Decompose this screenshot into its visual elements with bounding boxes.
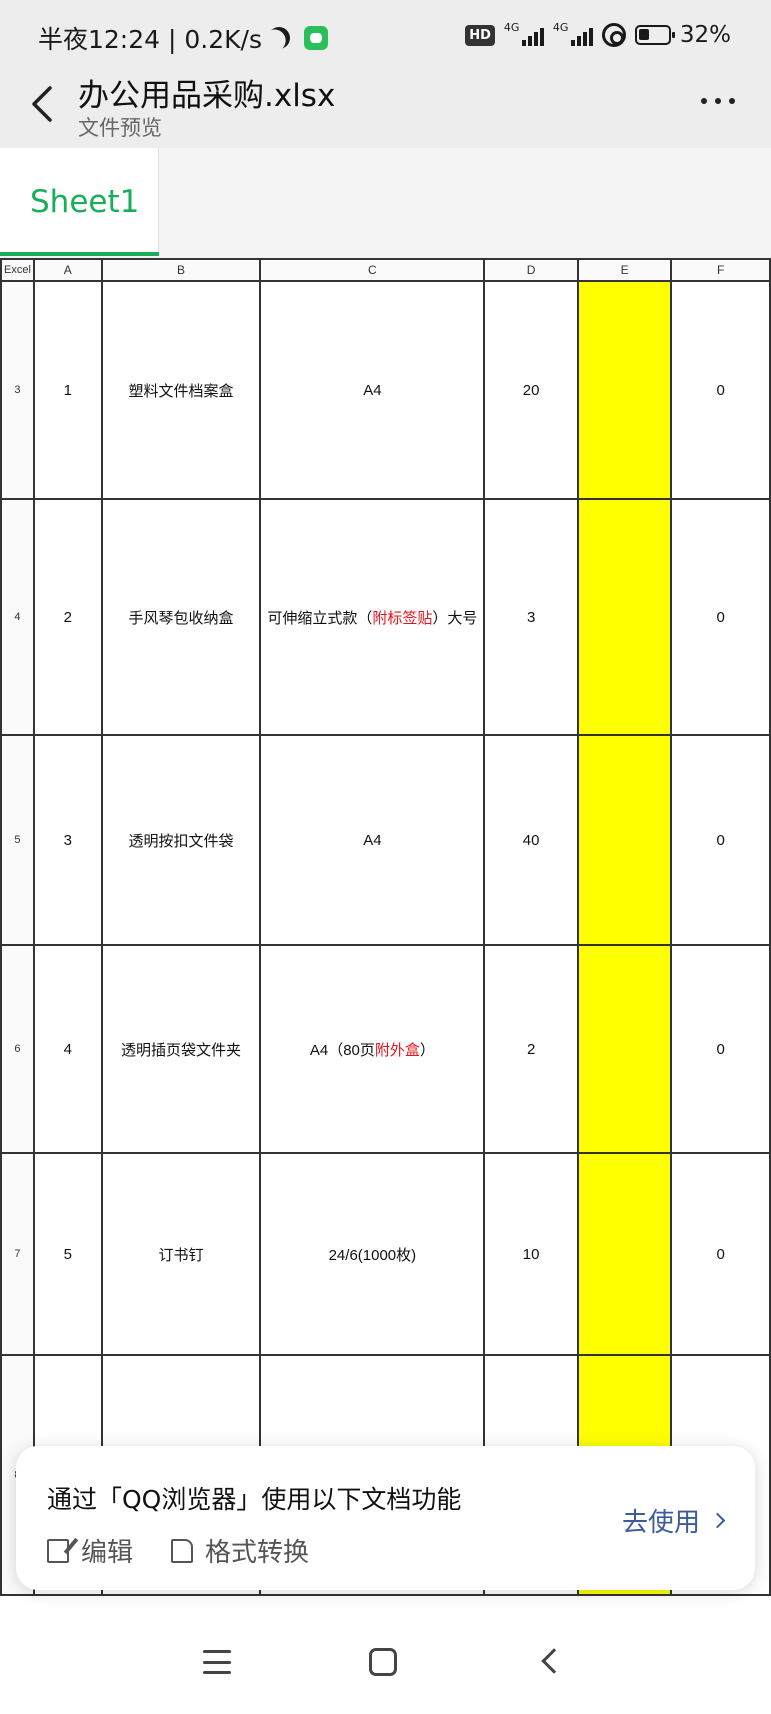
cell-spec[interactable]: A4（80页附外盒） [259, 944, 486, 1154]
spreadsheet-view[interactable]: Excel A B C D E F 3 1 塑料文件档案盒 A4 20 0 4 … [0, 258, 771, 1620]
cell-value[interactable]: 0 [670, 498, 771, 736]
cell-serial[interactable]: 5 [32, 1152, 103, 1356]
cell-spec[interactable]: A4 [259, 734, 486, 946]
table-row: 6 4 透明插页袋文件夹 A4（80页附外盒） 2 0 [0, 944, 771, 1154]
go-use-button[interactable]: 去使用 [621, 1502, 726, 1539]
cell-highlighted[interactable] [576, 1152, 673, 1356]
cell-quantity[interactable]: 10 [483, 1152, 579, 1356]
cell-highlighted[interactable] [576, 498, 673, 736]
page-subtitle: 文件预览 [78, 116, 162, 140]
edit-button[interactable]: 编辑 [47, 1532, 133, 1569]
qq-browser-banner: 通过「QQ浏览器」使用以下文档功能 编辑 格式转换 去使用 [16, 1446, 755, 1590]
battery-charging-icon [634, 25, 675, 45]
cell-highlighted[interactable] [576, 280, 673, 500]
table-row: 5 3 透明按扣文件袋 A4 40 0 [0, 734, 771, 946]
signal-icon: 4G [552, 21, 593, 46]
cell-spec[interactable]: 可伸缩立式款（附标签贴）大号 [259, 498, 486, 736]
status-time-speed: 半夜12:24 | 0.2K/s [38, 25, 262, 54]
row-number[interactable]: 7 [0, 1152, 35, 1356]
spec-highlight: 附标签贴 [372, 609, 433, 627]
column-header[interactable]: F [670, 258, 771, 282]
cell-quantity[interactable]: 3 [483, 498, 579, 736]
cell-item-name[interactable]: 透明按扣文件袋 [100, 734, 262, 946]
system-nav-bar [0, 1620, 771, 1714]
edit-icon [47, 1538, 69, 1563]
cell-item-name[interactable]: 透明插页袋文件夹 [100, 944, 262, 1154]
table-row: 3 1 塑料文件档案盒 A4 20 0 [0, 280, 771, 500]
spec-text: A4 [363, 831, 382, 849]
format-convert-button[interactable]: 格式转换 [171, 1532, 309, 1569]
column-header-row: Excel A B C D E F [0, 258, 771, 282]
tab-sheet1[interactable]: Sheet1 [0, 148, 159, 256]
home-icon[interactable] [369, 1648, 397, 1676]
banner-message: 通过「QQ浏览器」使用以下文档功能 [47, 1485, 462, 1514]
chevron-right-icon [709, 1512, 726, 1529]
network-label: 4G [503, 21, 520, 34]
back-icon[interactable] [541, 1648, 567, 1674]
signal-icon: 4G [503, 21, 544, 46]
format-convert-label: 格式转换 [205, 1538, 310, 1568]
spec-text: 24/6(1000枚) [328, 1246, 417, 1264]
row-number[interactable]: 5 [0, 734, 35, 946]
cell-quantity[interactable]: 2 [483, 944, 579, 1154]
cell-item-name[interactable]: 手风琴包收纳盒 [100, 498, 262, 736]
cell-serial[interactable]: 3 [32, 734, 103, 946]
cell-spec[interactable]: 24/6(1000枚) [259, 1152, 486, 1356]
spreadsheet-table: Excel A B C D E F 3 1 塑料文件档案盒 A4 20 0 4 … [0, 258, 771, 1596]
spec-text: A4 [363, 381, 382, 399]
column-header[interactable]: E [576, 258, 673, 282]
cell-quantity[interactable]: 20 [483, 280, 579, 500]
sheet-tab-bar: Sheet1 [0, 148, 771, 258]
row-number[interactable]: 3 [0, 280, 35, 500]
cell-serial[interactable]: 4 [32, 944, 103, 1154]
menu-icon[interactable] [203, 1650, 231, 1674]
spec-suffix: ） [419, 1041, 435, 1059]
table-row: 4 2 手风琴包收纳盒 可伸缩立式款（附标签贴）大号 3 0 [0, 498, 771, 736]
row-number[interactable]: 4 [0, 498, 35, 736]
spec-text: A4（80页 [309, 1041, 375, 1059]
tab-active-indicator [0, 252, 159, 256]
row-number[interactable]: 6 [0, 944, 35, 1154]
column-header[interactable]: C [259, 258, 486, 282]
cell-value[interactable]: 0 [670, 734, 771, 946]
status-right: HD 4G 4G 32% [465, 21, 731, 48]
cell-spec[interactable]: A4 [259, 280, 486, 500]
file-icon [171, 1538, 194, 1563]
banner-actions: 编辑 格式转换 [47, 1532, 347, 1569]
page-title: 办公用品采购.xlsx [78, 78, 336, 114]
column-header[interactable]: B [100, 258, 262, 282]
column-header[interactable]: A [32, 258, 103, 282]
spec-text: 可伸缩立式款（ [267, 609, 373, 627]
spec-highlight: 附外盒 [374, 1041, 420, 1059]
cell-quantity[interactable]: 40 [483, 734, 579, 946]
battery-level: 32% [679, 22, 731, 48]
cell-serial[interactable]: 1 [32, 280, 103, 500]
hd-icon: HD [465, 24, 495, 46]
network-label: 4G [552, 21, 569, 34]
table-row: 7 5 订书钉 24/6(1000枚) 10 0 [0, 1152, 771, 1356]
moon-icon [264, 23, 294, 53]
column-header[interactable]: D [483, 258, 579, 282]
cell-highlighted[interactable] [576, 734, 673, 946]
more-options-icon[interactable] [701, 98, 735, 104]
status-left: 半夜12:24 | 0.2K/s [38, 20, 328, 56]
status-bar: 半夜12:24 | 0.2K/s HD 4G 4G 32% [0, 0, 771, 58]
cell-highlighted[interactable] [576, 944, 673, 1154]
tab-label: Sheet1 [30, 184, 140, 220]
cell-item-name[interactable]: 塑料文件档案盒 [100, 280, 262, 500]
cell-item-name[interactable]: 订书钉 [100, 1152, 262, 1356]
edit-label: 编辑 [81, 1538, 134, 1568]
cell-serial[interactable]: 2 [32, 498, 103, 736]
back-arrow-icon[interactable] [28, 84, 58, 124]
cell-value[interactable]: 0 [670, 944, 771, 1154]
hotspot-icon [601, 23, 626, 47]
spec-suffix: ）大号 [432, 609, 478, 627]
cell-value[interactable]: 0 [670, 1152, 771, 1356]
corner-cell: Excel [0, 258, 35, 282]
cell-value[interactable]: 0 [670, 280, 771, 500]
app-notification-icon [303, 26, 328, 50]
header-bar: 办公用品采购.xlsx 文件预览 [0, 58, 771, 148]
go-use-label: 去使用 [621, 1508, 700, 1538]
